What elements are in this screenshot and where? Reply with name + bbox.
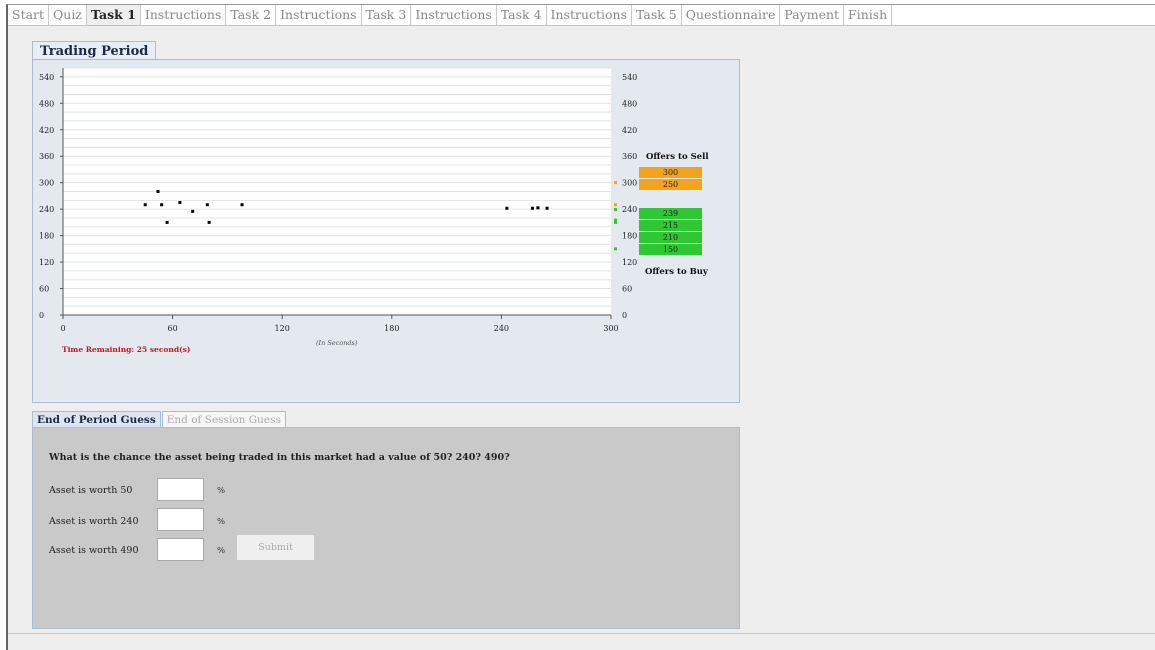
guess-label-240: Asset is worth 240 (49, 516, 139, 527)
y-tick-label-left: 0 (39, 311, 44, 320)
tab-task-1[interactable]: Task 1 (86, 5, 141, 25)
sell-offer-box[interactable]: 250 (639, 179, 702, 190)
guess-input-490[interactable] (157, 538, 204, 561)
y-tick-label-right: 0 (622, 311, 627, 320)
tab-end-of-period-guess[interactable]: End of Period Guess (32, 411, 161, 428)
trade-point (545, 206, 549, 210)
y-tick-label-right: 120 (622, 258, 637, 267)
y-tick-label-right: 180 (622, 232, 637, 241)
trade-point (530, 206, 534, 210)
y-tick-label-right: 300 (622, 179, 637, 188)
tab-task-4[interactable]: Task 4 (497, 5, 547, 25)
trading-period-tab[interactable]: Trading Period (32, 41, 157, 61)
guess-question: What is the chance the asset being trade… (49, 452, 510, 463)
sell-marker (614, 203, 617, 207)
buy-offer-box[interactable]: 150 (639, 244, 702, 255)
trade-point (536, 206, 540, 210)
content-bottom-border (8, 633, 1155, 634)
x-axis-unit-label: (In Seconds) (316, 339, 358, 347)
x-tick-label: 240 (494, 324, 509, 333)
x-tick-label: 120 (275, 324, 290, 333)
tab-start[interactable]: Start (8, 5, 50, 25)
x-tick-label: 60 (168, 324, 178, 333)
top-tab-bar: Start Quiz Task 1 Instructions Task 2 In… (8, 5, 1155, 26)
tab-task-5[interactable]: Task 5 (632, 5, 682, 25)
y-tick-label-left: 420 (39, 126, 54, 135)
buy-marker (614, 220, 617, 224)
percent-unit: % (217, 517, 226, 527)
tab-end-of-session-guess[interactable]: End of Session Guess (161, 411, 286, 428)
tab-instructions-3[interactable]: Instructions (411, 5, 497, 25)
percent-unit: % (217, 546, 226, 556)
offers-to-sell-title: Offers to Sell (646, 152, 709, 162)
tab-instructions-2[interactable]: Instructions (276, 5, 362, 25)
sell-offer-box[interactable]: 300 (639, 167, 702, 178)
tab-questionnaire[interactable]: Questionnaire (682, 5, 781, 25)
y-tick-label-right: 240 (622, 205, 637, 214)
buy-offer-box[interactable]: 239 (639, 208, 702, 219)
trade-point (165, 220, 169, 224)
buy-offer-box[interactable]: 210 (639, 232, 702, 243)
trade-point (240, 203, 244, 207)
trade-point (205, 203, 209, 207)
sell-marker (614, 181, 617, 185)
y-tick-label-left: 540 (39, 73, 54, 82)
trading-panel: 0 0 60 60 120 120 180 180 240 240 300 300 360 360 420 4… (32, 59, 740, 403)
y-tick-label-right: 420 (622, 126, 637, 135)
guess-label-50: Asset is worth 50 (49, 485, 133, 496)
y-tick-label-right: 60 (622, 285, 632, 294)
trade-point (207, 220, 211, 224)
tab-instructions-1[interactable]: Instructions (141, 5, 227, 25)
tab-finish[interactable]: Finish (844, 5, 893, 25)
offers-to-buy-title: Offers to Buy (645, 267, 708, 277)
y-tick-label-left: 120 (39, 258, 54, 267)
tab-task-2[interactable]: Task 2 (226, 5, 277, 25)
trade-point (505, 206, 509, 210)
tab-payment[interactable]: Payment (780, 5, 845, 25)
guess-label-490: Asset is worth 490 (49, 545, 139, 556)
tab-quiz[interactable]: Quiz (49, 5, 87, 25)
guess-input-50[interactable] (157, 478, 204, 501)
submit-button[interactable]: Submit (236, 534, 315, 561)
app-frame: Start Quiz Task 1 Instructions Task 2 In… (6, 4, 1155, 650)
buy-marker (614, 208, 617, 212)
tab-task-3[interactable]: Task 3 (362, 5, 412, 25)
y-tick-label-right: 480 (622, 99, 637, 108)
x-tick-label: 300 (603, 324, 618, 333)
x-tick-label: 180 (384, 324, 399, 333)
trade-point (160, 203, 164, 207)
y-tick-label-left: 60 (39, 285, 49, 294)
trade-point (178, 201, 182, 205)
y-tick-label-left: 180 (39, 232, 54, 241)
y-tick-label-right: 540 (622, 73, 637, 82)
guess-panel: What is the chance the asset being trade… (32, 427, 740, 629)
trade-point (156, 190, 160, 193)
tab-instructions-4[interactable]: Instructions (547, 5, 633, 25)
y-tick-label-right: 360 (622, 152, 637, 161)
y-tick-label-left: 240 (39, 205, 54, 214)
buy-offer-box[interactable]: 215 (639, 220, 702, 231)
x-tick-label: 0 (60, 324, 65, 333)
y-tick-label-left: 300 (39, 179, 54, 188)
y-tick-label-left: 480 (39, 99, 54, 108)
guess-input-240[interactable] (157, 508, 204, 531)
y-tick-label-left: 360 (39, 152, 54, 161)
trade-point (143, 203, 147, 207)
buy-marker (614, 247, 617, 251)
percent-unit: % (217, 486, 226, 496)
time-remaining-text: Time Remaining: 25 second(s) (62, 345, 191, 354)
trade-point (191, 209, 195, 213)
guess-tabs: End of Period Guess End of Session Guess (32, 411, 286, 428)
